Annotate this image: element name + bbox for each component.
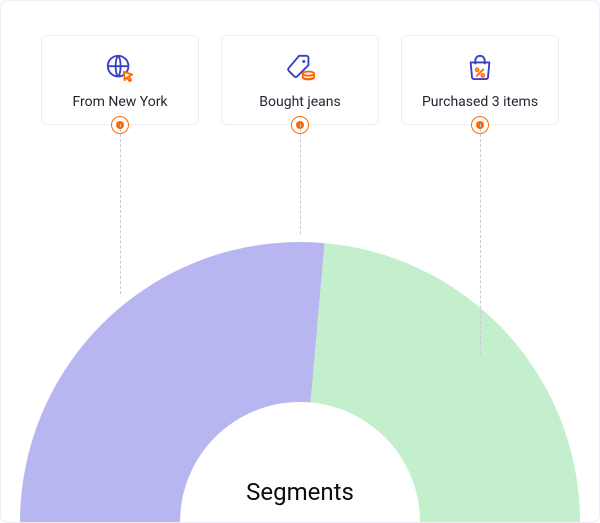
- connector-line: [120, 124, 121, 294]
- segment-cards: From New York Bought jeans: [1, 1, 599, 125]
- segment-label: Purchased 3 items: [412, 94, 548, 110]
- tag-coins-icon: [232, 52, 368, 84]
- bag-percent-icon: [412, 52, 548, 84]
- segment-card-from-new-york: From New York: [41, 35, 199, 125]
- connector-line: [300, 124, 301, 234]
- segment-card-purchased-3-items: Purchased 3 items: [401, 35, 559, 125]
- globe-cursor-icon: [52, 52, 188, 84]
- segment-label: From New York: [52, 94, 188, 110]
- segment-card-bought-jeans: Bought jeans: [221, 35, 379, 125]
- segment-label: Bought jeans: [232, 94, 368, 110]
- chart-title: Segments: [246, 478, 354, 506]
- segments-diagram: From New York Bought jeans: [0, 0, 600, 523]
- connector-line: [480, 124, 481, 354]
